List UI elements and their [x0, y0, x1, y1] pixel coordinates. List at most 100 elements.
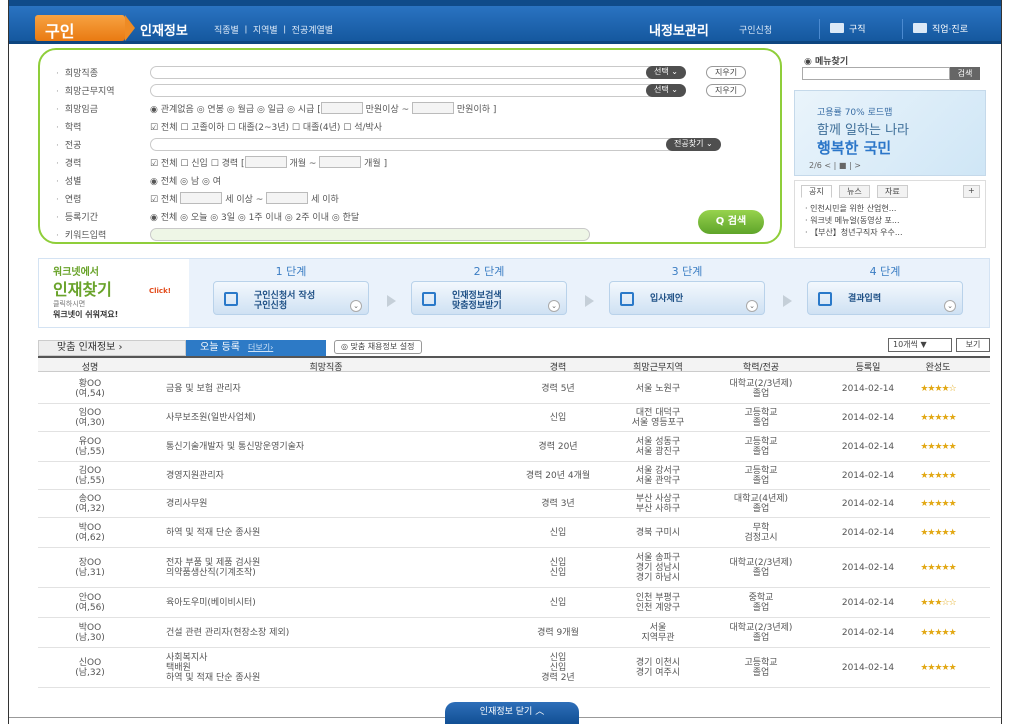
career-options[interactable]: ☑ 전체 ☐ 신입 ☐ 경력 [ 개월 ~ 개월 ] [150, 156, 387, 169]
major-input[interactable] [150, 138, 720, 151]
book-icon [913, 23, 927, 33]
age-max-input[interactable] [266, 192, 309, 204]
sub-navigation[interactable]: 직종별 ㅣ 지역별 ㅣ 전공계열별 [214, 23, 333, 36]
table-row[interactable]: 장OO (남,31) 전자 부품 및 제품 검사원 의약품생산직(기계조작) 신입 … [38, 548, 990, 588]
view-button[interactable]: 보기 [956, 338, 990, 352]
banner-pager[interactable]: 2/6 < | ■ | > [809, 161, 861, 170]
keyword-input[interactable] [150, 228, 590, 241]
cell-job[interactable]: 경리사무원 [166, 499, 486, 509]
step-3: 3 단계 입사제안 ⌄ [589, 259, 785, 327]
table-row[interactable]: 유OO (남,55) 통신기술개발자 및 통신망운영기술자 경력 20년 서울 성동구… [38, 432, 990, 462]
step-1-button[interactable]: 구인신청서 작성 구인신청 ⌄ [213, 281, 369, 315]
age-checkbox[interactable]: ☑ 전체 [150, 195, 178, 205]
cell-job[interactable]: 사무보조원(일반사업체) [166, 413, 486, 423]
search-button[interactable]: Q 검색 [698, 210, 764, 234]
age-min-input[interactable] [180, 192, 223, 204]
step-3-button[interactable]: 입사제안 ⌄ [609, 281, 765, 315]
cell-job[interactable]: 금융 및 보험 관리자 [166, 384, 486, 394]
cell-date: 2014-02-14 [841, 628, 895, 638]
tab-today[interactable]: 오늘 등록 더보기› [186, 340, 326, 356]
steps-guide: 워크넷에서 인재찾기 Click! 클릭하시면 워크넷이 쉬워져요! 1 단계 … [38, 258, 990, 328]
clear-button[interactable]: 지우기 [706, 84, 747, 97]
cell-name: 황OO (여,54) [75, 379, 105, 399]
chevron-down-icon[interactable]: ⌄ [944, 300, 956, 312]
close-talent-button[interactable]: 인재정보 닫기 ︿ [445, 702, 579, 724]
cell-job[interactable]: 통신기술개발자 및 통신망운영기술자 [166, 442, 486, 452]
gender-radio-group[interactable]: ◉ 전체 ◎ 남 ◎ 여 [150, 174, 221, 187]
table-row[interactable]: 박OO (여,62) 하역 및 적재 단순 종사원 신입 경북 구미시 무학 검정고시 2… [38, 518, 990, 548]
custom-setting-button[interactable]: ◎ 맞춤 채용정보 설정 [334, 340, 422, 354]
cell-completeness: ★★★★★ [920, 442, 956, 452]
cell-name: 안OO (여,56) [75, 593, 105, 613]
chevron-down-icon[interactable]: ⌄ [350, 300, 362, 312]
table-row[interactable]: 박OO (남,30) 건설 관련 관리자(현장소장 제외) 경력 9개월 서울 지역무… [38, 618, 990, 648]
cell-education: 무학 검정고시 [744, 523, 778, 543]
step-label: 입사제안 [650, 294, 684, 304]
wage-max-input[interactable] [412, 102, 455, 114]
news-item[interactable]: · 인천시민을 위한 산업현... [805, 203, 896, 214]
more-link[interactable]: 더보기› [248, 343, 273, 352]
career-min-input[interactable] [244, 156, 287, 168]
wage-radio-group[interactable]: ◉ 관계없음 ◎ 연봉 ◎ 월급 ◎ 일급 ◎ 시급 [ [150, 105, 321, 115]
chevron-down-icon[interactable]: ⌄ [746, 300, 758, 312]
tab-custom-talent[interactable]: 맞춤 인재정보 › [38, 340, 186, 356]
cell-name: 박OO (남,30) [75, 623, 105, 643]
cell-job[interactable]: 사회복지사 택배원 하역 및 적재 단순 종사원 [166, 653, 486, 683]
tab-notice[interactable]: 공지 [801, 185, 832, 198]
wage-min-input[interactable] [320, 102, 363, 114]
select-button[interactable]: 선택 ⌄ [646, 84, 686, 97]
field-label: 등록기간 [56, 210, 146, 223]
job-request-link[interactable]: 구인신청 [739, 23, 772, 36]
region-input[interactable] [150, 84, 660, 97]
cell-career: 경력 20년 [538, 442, 578, 452]
select-button[interactable]: 선택 ⌄ [646, 66, 686, 79]
promo-banner[interactable]: 고용률 70% 로드맵 함께 일하는 나라 행복한 국민 2/6 < | ■ |… [794, 90, 986, 176]
steps-intro[interactable]: 워크넷에서 인재찾기 Click! 클릭하시면 워크넷이 쉬워져요! [39, 259, 189, 327]
table-row[interactable]: 김OO (남,55) 경영지원관리자 경력 20년 4개월 서울 강서구 서울 관악구… [38, 462, 990, 490]
cell-completeness: ★★★★★ [920, 413, 956, 423]
cell-job[interactable]: 전자 부품 및 제품 검사원 의약품생산직(기계조작) [166, 558, 486, 578]
career-checkbox-group[interactable]: ☑ 전체 ☐ 신입 ☐ 경력 [ [150, 159, 245, 169]
wage-options[interactable]: ◉ 관계없음 ◎ 연봉 ◎ 월급 ◎ 일급 ◎ 시급 [ 만원이상 ~ 만원이하… [150, 102, 496, 115]
tab-data[interactable]: 자료 [877, 185, 908, 198]
menu-find-button[interactable]: 검색 [950, 67, 980, 80]
step-1: 1 단계 구인신청서 작성 구인신청 ⌄ [193, 259, 389, 327]
news-item[interactable]: · 워크넷 메뉴얼(동영상 포... [805, 215, 900, 226]
field-label: 전공 [56, 138, 146, 151]
cell-job[interactable]: 경영지원관리자 [166, 471, 486, 481]
cell-career: 경력 3년 [541, 499, 575, 509]
people-icon [830, 23, 844, 33]
page-size-select[interactable]: 10개씩 ▼ [888, 338, 952, 352]
field-keyword: 키워드입력 [56, 228, 616, 242]
menu-find-input[interactable] [802, 67, 950, 80]
job-type-input[interactable] [150, 66, 660, 79]
career-max-input[interactable] [319, 156, 362, 168]
table-row[interactable]: 송OO (여,32) 경리사무원 경력 3년 부산 사상구 부산 사하구 대학교(4년제… [38, 490, 990, 518]
cell-job[interactable]: 육아도우미(베이비시터) [166, 598, 486, 608]
col-completeness: 완성도 [925, 363, 951, 373]
logo[interactable]: 구인 [35, 15, 135, 41]
major-find-button[interactable]: 전공찾기 ⌄ [666, 138, 721, 151]
tab-news[interactable]: 뉴스 [839, 185, 870, 198]
clear-button[interactable]: 지우기 [706, 66, 747, 79]
table-row[interactable]: 황OO (여,54) 금융 및 보험 관리자 경력 5년 서울 노원구 대학교(2/3년… [38, 374, 990, 404]
cell-job[interactable]: 하역 및 적재 단순 종사원 [166, 528, 486, 538]
chevron-down-icon[interactable]: ⌄ [548, 300, 560, 312]
cell-region: 대전 대덕구 서울 영등포구 [631, 408, 685, 428]
table-row[interactable]: 임OO (여,30) 사무보조원(일반사업체) 신입 대전 대덕구 서울 영등포구 고등… [38, 404, 990, 432]
job-seeking-button[interactable]: 구직 [819, 19, 876, 39]
my-info-link[interactable]: 내정보관리 [649, 20, 709, 39]
period-radio-group[interactable]: ◉ 전체 ◎ 오늘 ◎ 3일 ◎ 1주 이내 ◎ 2주 이내 ◎ 한달 [150, 210, 359, 223]
career-button[interactable]: 직업·진로 [902, 19, 978, 39]
cell-job[interactable]: 건설 관련 관리자(현장소장 제외) [166, 628, 486, 638]
page-title[interactable]: 인재정보 [140, 20, 188, 39]
table-row[interactable]: 신OO (남,32) 사회복지사 택배원 하역 및 적재 단순 종사원 신입 신입 … [38, 648, 990, 688]
news-item[interactable]: · 【부산】청년구직자 우수... [805, 227, 903, 238]
step-2-button[interactable]: 인재정보검색 맞춤정보받기 ⌄ [411, 281, 567, 315]
step-4-button[interactable]: 결과입력 ⌄ [807, 281, 963, 315]
education-checkbox-group[interactable]: ☑ 전체 ☐ 고졸이하 ☐ 대졸(2~3년) ☐ 대졸(4년) ☐ 석/박사 [150, 120, 382, 133]
more-news-button[interactable]: + [963, 185, 980, 198]
table-row[interactable]: 안OO (여,56) 육아도우미(베이비시터) 신입 인천 부평구 인천 계양구 중학교… [38, 588, 990, 618]
step-2: 2 단계 인재정보검색 맞춤정보받기 ⌄ [391, 259, 587, 327]
age-options[interactable]: ☑ 전체 세 이상 ~ 세 이하 [150, 192, 339, 205]
